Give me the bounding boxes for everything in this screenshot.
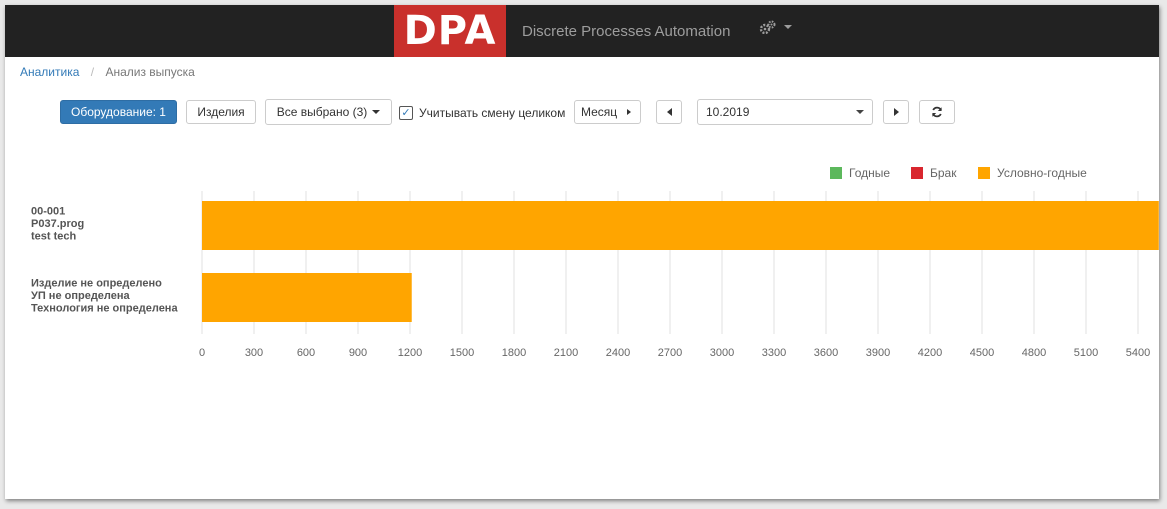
x-tick-label: 4200	[918, 347, 942, 359]
output-bar-chart: 0 300 600 900 1200 1500 1800 2100 2400 2700 3000 33…	[31, 191, 1159, 359]
x-tick-label: 0	[199, 347, 205, 359]
x-tick-label: 2400	[606, 347, 630, 359]
y-category-label: Изделие не определено	[31, 278, 162, 290]
x-tick-label: 5400	[1126, 347, 1150, 359]
y-category-label: P037.prog	[31, 218, 84, 230]
x-tick-label: 3300	[762, 347, 786, 359]
bar	[202, 273, 412, 322]
y-category-label: Технология не определена	[31, 303, 178, 315]
y-category-label: test tech	[31, 231, 77, 243]
x-tick-label: 4800	[1022, 347, 1046, 359]
x-tick-label: 2100	[554, 347, 578, 359]
x-tick-label: 1800	[502, 347, 526, 359]
y-category-label: 00-001	[31, 206, 65, 218]
x-tick-label: 600	[297, 347, 315, 359]
x-tick-label: 4500	[970, 347, 994, 359]
x-tick-label: 900	[349, 347, 367, 359]
x-tick-label: 3600	[814, 347, 838, 359]
y-category-label: УП не определена	[31, 290, 131, 302]
x-tick-label: 2700	[658, 347, 682, 359]
bar	[202, 201, 1159, 250]
x-tick-label: 3000	[710, 347, 734, 359]
x-tick-label: 1500	[450, 347, 474, 359]
app-window: DPA Discrete Processes Automation Аналит…	[5, 5, 1159, 499]
x-tick-label: 3900	[866, 347, 890, 359]
x-tick-label: 1200	[398, 347, 422, 359]
x-tick-label: 300	[245, 347, 263, 359]
x-tick-label: 5100	[1074, 347, 1098, 359]
